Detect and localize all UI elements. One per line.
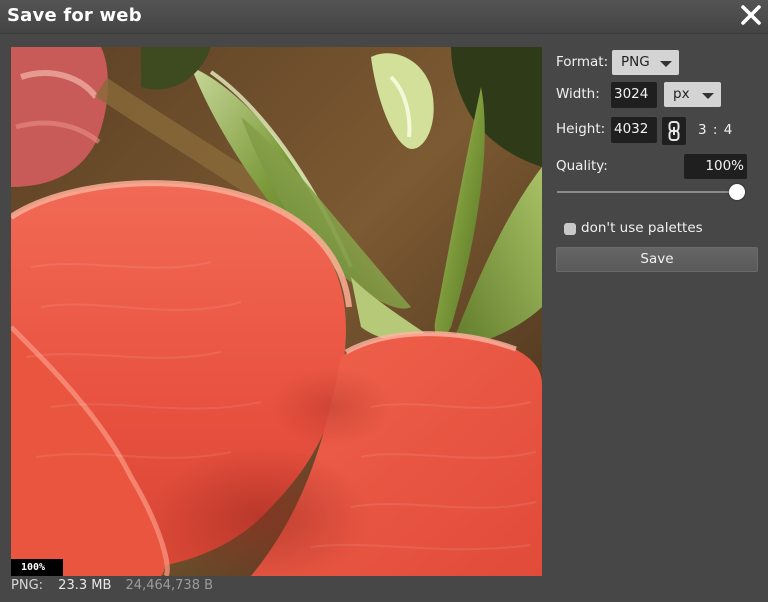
chevron-down-icon	[702, 93, 714, 99]
save-button[interactable]: Save	[556, 247, 758, 272]
file-format-label: PNG:	[11, 578, 44, 593]
unit-value: px	[673, 86, 690, 102]
chain-link-icon[interactable]	[662, 117, 686, 145]
height-label: Height:	[556, 121, 606, 137]
aspect-ratio: 3 : 4	[698, 122, 734, 138]
file-size-bytes: 24,464,738 B	[125, 578, 214, 593]
chevron-down-icon	[660, 61, 672, 67]
format-dropdown[interactable]: PNG	[612, 50, 679, 75]
title-bar: Save for web	[0, 0, 768, 34]
quality-slider[interactable]	[557, 191, 745, 193]
format-value: PNG	[621, 54, 650, 70]
height-value: 4032	[614, 121, 649, 137]
unit-dropdown[interactable]: px	[664, 82, 721, 107]
format-label: Format:	[556, 54, 609, 70]
quality-label: Quality:	[556, 158, 608, 174]
palette-label[interactable]: don't use palettes	[581, 220, 703, 236]
dialog-title: Save for web	[7, 5, 142, 26]
image-preview: 100%	[11, 47, 542, 576]
width-value: 3024	[614, 86, 649, 102]
quality-value: 100%	[705, 158, 744, 174]
width-label: Width:	[556, 86, 600, 102]
close-icon[interactable]	[738, 2, 764, 28]
quality-slider-thumb[interactable]	[729, 184, 745, 200]
width-input[interactable]: 3024	[611, 82, 657, 108]
zoom-level: 100%	[11, 559, 63, 576]
height-input[interactable]: 4032	[611, 117, 657, 143]
quality-input[interactable]: 100%	[684, 154, 747, 179]
file-status: PNG: 23.3 MB 24,464,738 B	[11, 578, 213, 596]
flower-photo-preview	[11, 47, 542, 576]
file-size-mb: 23.3 MB	[58, 578, 112, 593]
palette-checkbox[interactable]	[564, 223, 576, 235]
